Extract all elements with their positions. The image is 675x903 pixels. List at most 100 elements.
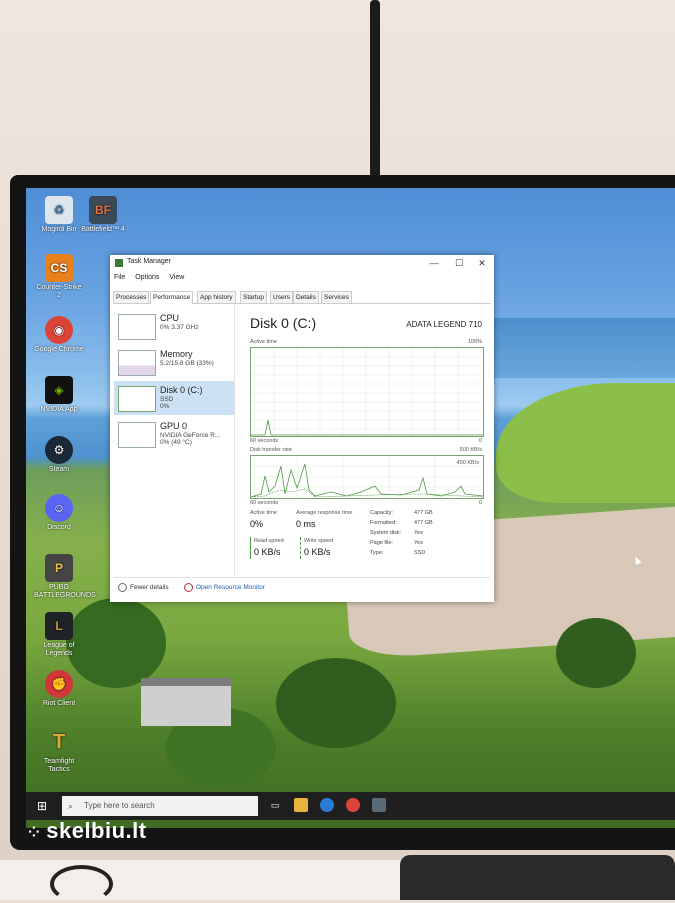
resource-usage: 0% (49 °C) — [160, 439, 192, 446]
desktop-icon-label: Riot Client — [42, 700, 76, 707]
detail-title: Disk 0 (C:) — [250, 315, 317, 331]
fewer-details-link[interactable]: Fewer details — [118, 583, 169, 592]
tab-processes[interactable]: Processes — [113, 291, 150, 303]
fewer-details-label: Fewer details — [130, 584, 169, 592]
search-icon: ⌕ — [68, 801, 74, 811]
search-placeholder: Type here to search — [84, 801, 155, 810]
transfer-rate-graph-svg — [250, 456, 484, 498]
desktop-icon-label: PUBG BATTLEGROUNDS — [34, 584, 96, 599]
tab-startup[interactable]: Startup — [240, 291, 267, 303]
desktop-icon-recycle-bin[interactable]: ♻ Mogirdi Bin — [34, 196, 84, 234]
prop-page-file-value: Yes — [414, 540, 423, 546]
file-explorer-icon[interactable] — [294, 798, 308, 812]
resource-name: CPU — [160, 313, 180, 323]
task-view-icon[interactable]: ▭ — [268, 798, 282, 812]
desktop-icon-label: Steam — [48, 466, 70, 473]
tab-app-history[interactable]: App history — [197, 291, 236, 303]
desktop-icon-riot[interactable]: ✊ Riot Client — [34, 670, 84, 708]
desktop-icon-label: Teamfight Tactics — [43, 758, 75, 773]
desktop-icon-nvidia[interactable]: ◈ NVIDIA App — [34, 376, 84, 414]
taskbar-search-box[interactable]: ⌕ Type here to search — [62, 796, 258, 816]
close-button[interactable]: ✕ — [472, 257, 492, 269]
resource-detail: 5.2/15.8 GB (33%) — [160, 360, 214, 367]
minimize-button[interactable]: — — [424, 257, 444, 269]
transfer-rate-xlabel: 60 seconds — [250, 500, 279, 506]
transfer-rate-graph-max: 500 KB/s — [459, 447, 482, 453]
tab-services[interactable]: Services — [321, 291, 352, 303]
desktop-icon-league[interactable]: L League of Legends — [34, 612, 84, 658]
tab-details[interactable]: Details — [293, 291, 319, 303]
recycle-bin-icon: ♻ — [45, 196, 73, 224]
menu-file[interactable]: File — [114, 274, 125, 281]
wallpaper-house — [141, 678, 231, 726]
desktop-icon-discord[interactable]: ☺ Discord — [34, 494, 84, 532]
counter-strike-icon: CS — [45, 254, 73, 282]
windows-start-icon[interactable]: ⊞ — [34, 798, 50, 814]
read-speed-value: 0 KB/s — [254, 547, 281, 557]
menu-bar: File Options View — [114, 274, 192, 281]
resource-item-memory[interactable]: Memory 5.2/15.8 GB (33%) — [114, 345, 234, 379]
desktop-icon-battlefield[interactable]: BF Battlefield™ 4 — [78, 196, 128, 234]
monitor-stand — [400, 855, 675, 900]
gpu-thumbnail-graph — [118, 422, 156, 448]
prop-capacity-value: 477 GB — [414, 510, 433, 516]
edge-icon[interactable] — [320, 798, 334, 812]
avg-response-label: Average response time — [296, 510, 353, 516]
desktop-icon-label: Mogirdi Bin — [41, 226, 77, 233]
resource-monitor-icon — [184, 583, 193, 592]
write-speed-label: Write speed — [304, 538, 334, 544]
nvidia-icon: ◈ — [45, 376, 73, 404]
prop-type-value: SSD — [414, 550, 426, 556]
chrome-taskbar-icon[interactable] — [346, 798, 360, 812]
wallpaper-tree — [276, 658, 396, 748]
resource-item-disk[interactable]: Disk 0 (C:) SSD 0% — [114, 381, 234, 415]
prop-system-disk-label: System disk: — [370, 530, 402, 536]
open-resource-monitor-label: Open Resource Monitor — [196, 584, 266, 592]
memory-thumbnail-graph — [118, 350, 156, 376]
resource-item-gpu[interactable]: GPU 0 NVIDIA GeForce R... 0% (49 °C) — [114, 417, 234, 451]
resource-detail: NVIDIA GeForce R... — [160, 432, 221, 439]
desktop-icon-chrome[interactable]: ◉ Google Chrome — [34, 316, 84, 354]
active-time-graph-svg — [251, 348, 483, 436]
desktop-icon-label: Google Chrome — [34, 346, 84, 353]
resource-item-cpu[interactable]: CPU 0% 3.37 GHz — [114, 309, 234, 343]
prop-formatted-value: 477 GB — [414, 520, 433, 526]
resource-detail: SSD — [160, 396, 174, 403]
wallpaper-tree — [556, 618, 636, 688]
riot-icon: ✊ — [45, 670, 73, 698]
desktop-icon-pubg[interactable]: P PUBG BATTLEGROUNDS — [34, 554, 96, 600]
maximize-button[interactable]: ☐ — [449, 257, 469, 269]
battlefield-icon: BF — [89, 196, 117, 224]
resource-name: Memory — [160, 349, 193, 359]
tab-users[interactable]: Users — [270, 291, 293, 303]
power-cord — [50, 865, 113, 903]
steam-icon: ⚙ — [45, 436, 73, 464]
active-time-xmin: 0 — [478, 438, 482, 444]
avg-response-value: 0 ms — [296, 519, 316, 529]
task-manager-window[interactable]: Task Manager — ☐ ✕ File Options View Pro… — [110, 255, 494, 602]
open-resource-monitor-link[interactable]: Open Resource Monitor — [184, 583, 265, 592]
transfer-rate-inner-max: 450 KB/s — [456, 460, 479, 466]
read-speed-label: Read speed — [254, 538, 284, 544]
desktop-icon-steam[interactable]: ⚙ Steam — [34, 436, 84, 474]
write-speed-value: 0 KB/s — [304, 547, 331, 557]
active-time-graph-label: Active time — [250, 339, 277, 345]
transfer-rate-graph-label: Disk transfer rate — [250, 447, 292, 453]
active-time-xlabel: 60 seconds — [250, 438, 279, 444]
active-time-graph-max: 100% — [467, 339, 482, 345]
prop-system-disk-value: Yes — [414, 530, 423, 536]
desktop-icon-counter-strike[interactable]: CS Counter-Strike 2 — [34, 254, 84, 300]
menu-view[interactable]: View — [169, 274, 184, 281]
active-time-stat-value: 0% — [250, 519, 264, 529]
tab-performance[interactable]: Performance — [150, 291, 194, 304]
desktop-icon-label: Counter-Strike 2 — [36, 284, 82, 299]
title-bar[interactable]: Task Manager — ☐ ✕ — [110, 255, 494, 271]
resource-list: CPU 0% 3.37 GHz Memory 5.2/15.8 GB (33%)… — [114, 305, 235, 575]
task-manager-taskbar-icon[interactable] — [372, 798, 386, 812]
site-watermark: ⁘ skelbiu.lt — [28, 818, 147, 844]
disk-model: ADATA LEGEND 710 — [406, 320, 482, 329]
menu-options[interactable]: Options — [135, 274, 159, 281]
transfer-rate-graph: 450 KB/s — [250, 455, 484, 499]
active-time-stat-label: Active time — [250, 510, 277, 516]
desktop-icon-tft[interactable]: T Teamfight Tactics — [34, 728, 84, 774]
